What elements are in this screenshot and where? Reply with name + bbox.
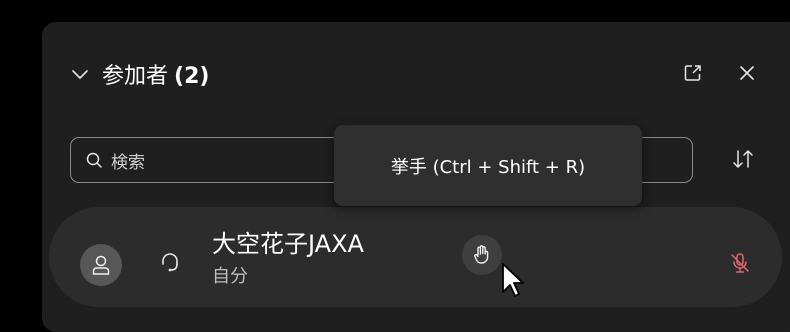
panel-title: 参加者 (2) [102,58,209,90]
panel-title-text: 参加者 [102,64,169,89]
mic-muted-icon[interactable] [728,251,752,275]
chevron-down-icon[interactable] [70,64,90,84]
participant-name: 大空花子JAXA [212,230,364,258]
raise-hand-button[interactable] [462,235,502,275]
headset-icon [162,253,178,272]
raise-hand-icon [474,245,489,264]
raise-hand-tooltip: 挙手 (Ctrl + Shift + R) [334,125,642,206]
participant-count: (2) [174,64,210,89]
close-icon[interactable] [737,63,757,83]
person-icon [92,255,110,275]
panel-header: 参加者 (2) [70,58,209,90]
sort-icon[interactable] [730,148,756,170]
tooltip-text: 挙手 (Ctrl + Shift + R) [390,156,586,178]
search-icon [86,152,102,168]
popout-icon[interactable] [683,63,703,83]
avatar [80,244,122,286]
participant-subtitle: 自分 [212,266,248,287]
mouse-cursor-icon [502,263,524,297]
search-placeholder: 検索 [111,152,145,173]
